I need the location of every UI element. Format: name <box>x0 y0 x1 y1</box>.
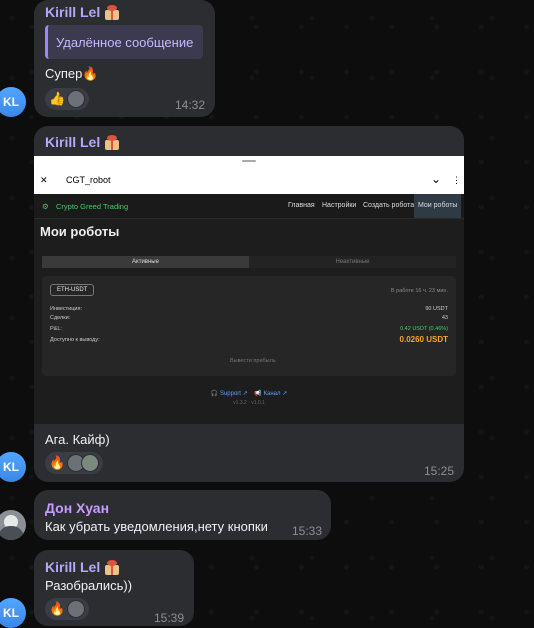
fire-icon: 🔥 <box>49 455 66 470</box>
version-text: v1.3.2 · v1.0.1 <box>233 400 265 406</box>
message-time: 15:39 <box>154 611 185 625</box>
row-label: Сделки: <box>50 315 71 321</box>
row-value: 43 <box>441 315 448 321</box>
message-time: 15:25 <box>424 464 455 478</box>
nav-home[interactable]: Главная <box>288 202 315 209</box>
reactor-avatar <box>67 90 86 108</box>
brand-name[interactable]: Crypto Greed Trading <box>56 202 128 211</box>
avatar[interactable]: KL <box>0 452 26 482</box>
chevron-down-icon[interactable]: ⌄ <box>431 172 441 186</box>
page-title: Мои роботы <box>40 224 120 239</box>
reaction-chip[interactable]: 🔥 <box>45 452 104 474</box>
reaction-chip[interactable]: 🔥 <box>45 598 90 620</box>
tab-inactive[interactable]: Неактивные <box>249 256 456 268</box>
sender-label: Kirill Lel <box>45 4 101 20</box>
tab-active[interactable]: Активные <box>42 256 249 268</box>
support-links: 🎧 Support ↗ 📢 Канал ↗ <box>34 390 464 397</box>
pair-badge: ETH-USDT <box>50 284 95 296</box>
close-icon[interactable]: ✕ <box>40 175 48 186</box>
avatar[interactable]: KL <box>0 87 26 117</box>
avatar[interactable] <box>0 510 26 540</box>
channel-link[interactable]: 📢 Канал ↗ <box>254 391 287 397</box>
nav-my-robots[interactable]: Мои роботы <box>414 194 462 218</box>
message-text: Супер🔥 <box>45 66 99 81</box>
message-text: Ага. Кайф) <box>45 432 110 447</box>
message-text: Как убрать уведомления,нету кнопки <box>45 519 268 534</box>
site-nav: ⚙ Crypto Greed Trading Главная Настройки… <box>34 194 464 219</box>
message-time: 14:32 <box>175 98 206 112</box>
reactor-avatar <box>67 600 86 618</box>
withdraw-button[interactable]: Вывести прибыль <box>230 358 276 364</box>
robot-icon: ⚙ <box>42 202 49 211</box>
mini-app-title: CGT_robot <box>66 175 111 185</box>
message-time: 15:33 <box>292 524 323 538</box>
sheet-handle <box>34 156 464 166</box>
row-value: 0.0260 USDT <box>399 335 448 344</box>
sender-name[interactable]: Kirill Lel <box>45 134 120 150</box>
uptime-text: В работе 16 ч. 23 мин. <box>390 288 448 294</box>
row-label: Инвестиция: <box>50 306 82 312</box>
sender-label: Kirill Lel <box>45 559 101 575</box>
nav-create-robot[interactable]: Создать робота <box>363 202 414 209</box>
reaction-chip[interactable]: 👍 <box>45 88 90 110</box>
robot-card: ETH-USDT В работе 16 ч. 23 мин. Инвестиц… <box>42 276 456 376</box>
reply-quote[interactable]: Удалённое сообщение <box>45 25 203 59</box>
row-label: Доступно к выводу: <box>50 337 100 343</box>
reactor-avatar <box>81 454 100 472</box>
message-text: Разобрались)) <box>45 578 133 593</box>
sender-name[interactable]: Kirill Lel <box>45 4 120 20</box>
attached-screenshot[interactable]: ✕ CGT_robot ⌄ ⋮ ⚙ Crypto Greed Trading Г… <box>34 156 464 424</box>
row-value: 0.42 USDT (0.46%) <box>400 326 448 332</box>
gift-icon <box>104 4 120 20</box>
gift-icon <box>104 559 120 575</box>
avatar[interactable]: KL <box>0 598 26 628</box>
thumbs-up-icon: 👍 <box>49 91 66 106</box>
fire-icon: 🔥 <box>49 601 66 616</box>
mini-app-titlebar: ✕ CGT_robot ⌄ ⋮ <box>34 166 464 194</box>
row-value: 90 USDT <box>425 306 448 312</box>
sender-name[interactable]: Дон Хуан <box>45 500 109 516</box>
row-label: P&L: <box>50 326 62 332</box>
sender-label: Kirill Lel <box>45 134 101 150</box>
gift-icon <box>104 134 120 150</box>
robot-tabs: Активные Неактивные <box>42 256 456 268</box>
nav-settings[interactable]: Настройки <box>322 202 356 209</box>
support-link[interactable]: 🎧 Support ↗ <box>211 391 248 397</box>
sender-name[interactable]: Kirill Lel <box>45 559 120 575</box>
more-icon[interactable]: ⋮ <box>452 175 461 186</box>
